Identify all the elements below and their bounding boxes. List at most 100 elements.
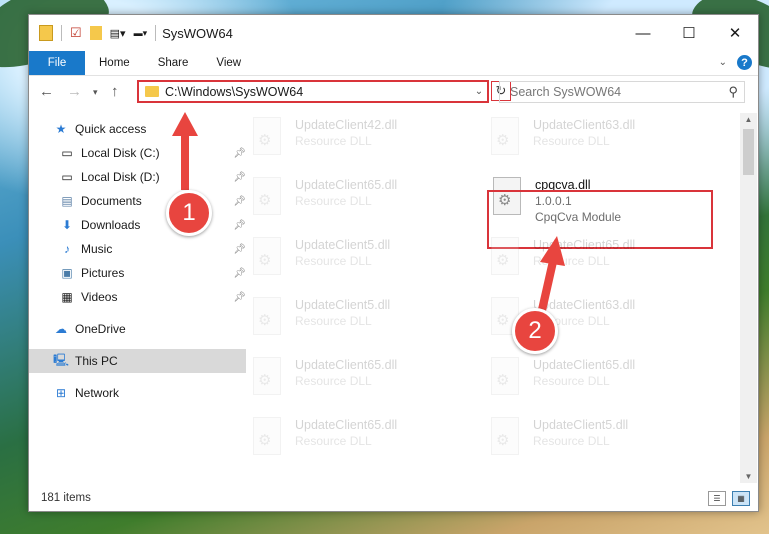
nav-item-onedrive[interactable]: ☁ OneDrive bbox=[29, 317, 246, 341]
file-item[interactable]: ⚙ UpdateClient65.dll Resource DLL bbox=[487, 357, 707, 411]
address-dropdown-icon[interactable]: ⌄ bbox=[471, 86, 487, 97]
title-bar: ☑ ▤▾ ▬▾ SysWOW64 — ☐ ✕ bbox=[29, 15, 758, 51]
pc-icon: 🖳︎ bbox=[53, 352, 70, 367]
step-badge-2: 2 bbox=[512, 308, 558, 354]
drive-icon: ▭ bbox=[61, 170, 73, 184]
file-name: UpdateClient65.dll bbox=[533, 358, 636, 372]
file-item[interactable]: ⚙ UpdateClient5.dll Resource DLL bbox=[249, 237, 469, 291]
vertical-scrollbar[interactable]: ▲ ▼ bbox=[740, 113, 757, 483]
nav-item-documents[interactable]: ▤ Documents 📌︎ bbox=[29, 189, 252, 213]
pictures-icon: ▣ bbox=[61, 266, 73, 280]
customize-icon[interactable]: ▤▾ bbox=[110, 27, 126, 40]
help-icon[interactable]: ? bbox=[737, 55, 752, 70]
file-name: UpdateClient5.dll bbox=[295, 238, 391, 252]
quick-access-dropdown-icon[interactable]: ▬▾ bbox=[134, 28, 148, 39]
star-icon: ★ bbox=[55, 122, 67, 136]
videos-icon: ▦ bbox=[61, 290, 73, 304]
music-icon: ♪ bbox=[64, 242, 70, 256]
expand-ribbon-icon[interactable]: ⌄ bbox=[719, 57, 727, 68]
dll-file-icon: ⚙ bbox=[487, 117, 521, 157]
dll-file-icon: ⚙ bbox=[487, 357, 521, 397]
nav-item-quick-access[interactable]: ★ Quick access bbox=[29, 117, 246, 141]
file-name: UpdateClient5.dll bbox=[533, 418, 629, 432]
nav-item-videos[interactable]: ▦ Videos 📌︎ bbox=[29, 285, 252, 309]
tab-home[interactable]: Home bbox=[85, 51, 144, 75]
file-name: UpdateClient5.dll bbox=[295, 298, 391, 312]
search-box[interactable]: Search SysWOW64 ⚲ bbox=[499, 81, 745, 103]
nav-item-label: Quick access bbox=[75, 122, 147, 136]
dll-file-icon: ⚙ bbox=[487, 417, 521, 457]
details-view-icon[interactable]: ☰ bbox=[708, 491, 726, 506]
tab-file[interactable]: File bbox=[29, 51, 85, 75]
explorer-window: ☑ ▤▾ ▬▾ SysWOW64 — ☐ ✕ File Home Share V… bbox=[28, 14, 759, 512]
download-icon: ⬇ bbox=[61, 218, 73, 232]
file-type: Resource DLL bbox=[533, 434, 610, 448]
dll-file-icon: ⚙ bbox=[487, 237, 521, 277]
tab-share[interactable]: Share bbox=[144, 51, 203, 75]
file-name: UpdateClient63.dll bbox=[533, 118, 636, 132]
step-badge-1: 1 bbox=[166, 190, 212, 236]
drive-icon: ▭ bbox=[61, 146, 73, 160]
new-folder-icon[interactable] bbox=[89, 26, 102, 40]
address-path[interactable]: C:\Windows\SysWOW64 bbox=[165, 85, 471, 99]
folder-icon bbox=[39, 25, 53, 41]
nav-item-this-pc[interactable]: 🖳︎ This PC bbox=[29, 349, 246, 373]
nav-item-pictures[interactable]: ▣ Pictures 📌︎ bbox=[29, 261, 252, 285]
file-item[interactable]: ⚙ UpdateClient65.dll Resource DLL bbox=[249, 177, 469, 231]
documents-icon: ▤ bbox=[61, 194, 73, 208]
close-button[interactable]: ✕ bbox=[712, 15, 758, 51]
tab-view[interactable]: View bbox=[202, 51, 255, 75]
file-name: UpdateClient65.dll bbox=[533, 238, 636, 252]
file-item[interactable]: ⚙ UpdateClient65.dll Resource DLL bbox=[249, 357, 469, 411]
file-item[interactable]: ⚙ UpdateClient65.dll Resource DLL bbox=[487, 237, 707, 291]
folder-icon bbox=[145, 86, 159, 97]
file-type: Resource DLL bbox=[533, 254, 610, 268]
search-placeholder[interactable]: Search SysWOW64 bbox=[510, 85, 621, 99]
dll-file-icon: ⚙ bbox=[249, 297, 283, 337]
address-bar[interactable]: C:\Windows\SysWOW64 ⌄ bbox=[137, 80, 489, 103]
nav-item-downloads[interactable]: ⬇ Downloads 📌︎ bbox=[29, 213, 252, 237]
file-item[interactable]: ⚙ UpdateClient65.dll Resource DLL bbox=[249, 417, 469, 471]
file-item[interactable]: ⚙ UpdateClient5.dll Resource DLL bbox=[487, 417, 707, 471]
file-type: Resource DLL bbox=[295, 254, 372, 268]
properties-icon[interactable]: ☑ bbox=[70, 25, 82, 41]
tiles-view-icon[interactable]: ▦ bbox=[732, 491, 750, 506]
divider bbox=[61, 25, 62, 41]
file-name: UpdateClient65.dll bbox=[295, 418, 398, 432]
nav-item-local-disk-d[interactable]: ▭ Local Disk (D:) 📌︎ bbox=[29, 165, 252, 189]
file-type: Resource DLL bbox=[295, 134, 372, 148]
nav-item-label: Local Disk (C:) bbox=[81, 146, 160, 160]
nav-item-music[interactable]: ♪ Music 📌︎ bbox=[29, 237, 252, 261]
file-name: UpdateClient65.dll bbox=[295, 178, 398, 192]
file-item[interactable]: ⚙ UpdateClient5.dll Resource DLL bbox=[249, 297, 469, 351]
maximize-button[interactable]: ☐ bbox=[666, 15, 712, 51]
dll-file-icon: ⚙ bbox=[249, 177, 283, 217]
dll-file-icon: ⚙ bbox=[249, 357, 283, 397]
nav-item-label: This PC bbox=[75, 354, 118, 368]
nav-item-network[interactable]: ⊞ Network bbox=[29, 381, 246, 405]
file-list: ⚙ UpdateClient42.dll Resource DLL ⚙ Updat… bbox=[225, 113, 741, 483]
minimize-button[interactable]: — bbox=[620, 15, 666, 51]
divider bbox=[155, 25, 157, 41]
scroll-down-icon[interactable]: ▼ bbox=[740, 472, 757, 481]
scroll-up-icon[interactable]: ▲ bbox=[740, 115, 757, 124]
up-arrow-icon[interactable]: ↑ bbox=[111, 83, 119, 100]
scrollbar-thumb[interactable] bbox=[743, 129, 754, 175]
nav-item-label: Downloads bbox=[81, 218, 141, 232]
file-item[interactable]: ⚙ UpdateClient42.dll Resource DLL bbox=[249, 117, 469, 171]
back-arrow-icon[interactable]: ← bbox=[39, 83, 54, 100]
navigation-bar: ← → ▾ ↑ C:\Windows\SysWOW64 ⌄ ↻ Search S… bbox=[29, 77, 758, 107]
nav-item-label: Network bbox=[75, 386, 120, 400]
cloud-icon: ☁ bbox=[55, 322, 67, 336]
forward-arrow-icon[interactable]: → bbox=[67, 83, 82, 100]
file-item[interactable]: ⚙ UpdateClient63.dll Resource DLL bbox=[487, 117, 707, 171]
nav-item-label: Videos bbox=[81, 290, 118, 304]
dll-file-icon: ⚙ bbox=[249, 417, 283, 457]
recent-locations-icon[interactable]: ▾ bbox=[93, 87, 98, 98]
item-count: 181 items bbox=[41, 492, 91, 504]
file-type: Resource DLL bbox=[533, 134, 610, 148]
file-type: Resource DLL bbox=[295, 194, 372, 208]
search-icon[interactable]: ⚲ bbox=[728, 84, 738, 100]
ribbon-tabs: File Home Share View ⌄ ? bbox=[29, 51, 758, 76]
nav-item-local-disk-c[interactable]: ▭ Local Disk (C:) 📌︎ bbox=[29, 141, 252, 165]
